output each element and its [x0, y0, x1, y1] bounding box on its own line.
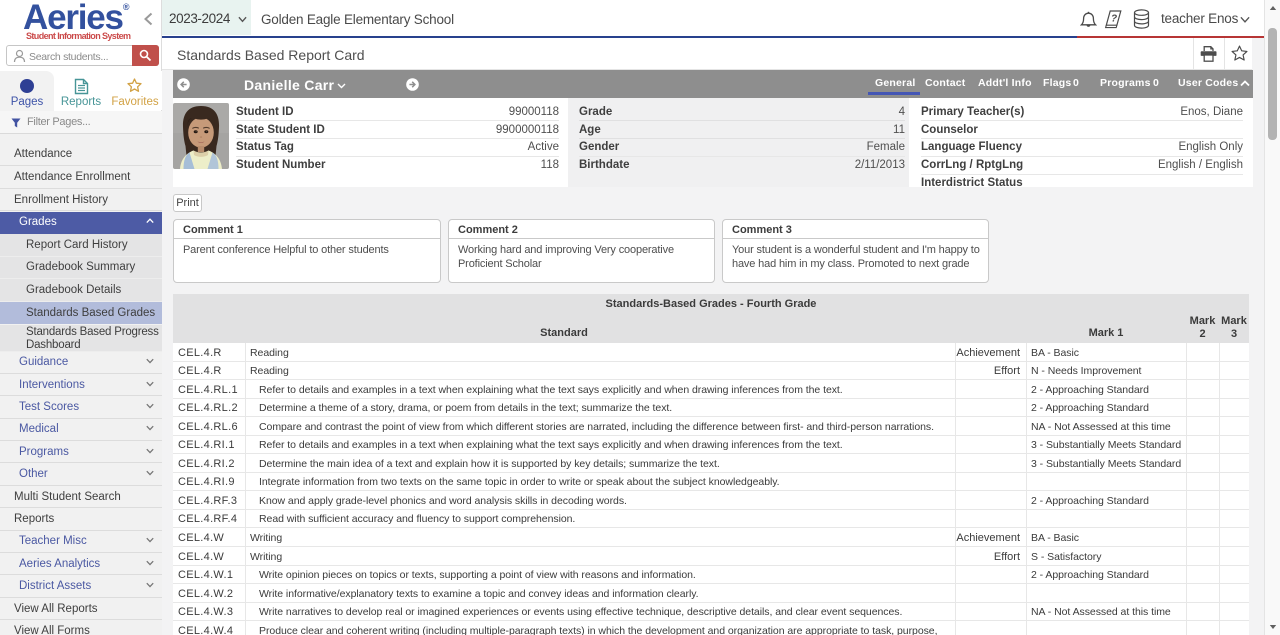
svg-text:?: ?	[1111, 14, 1117, 25]
